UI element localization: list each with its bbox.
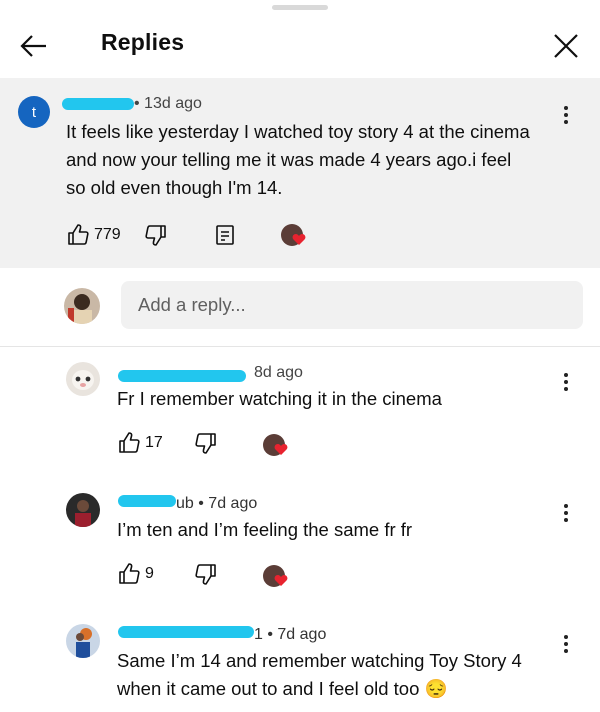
redacted-username [62, 98, 134, 110]
comment-text: Same I’m 14 and remember watching Toy St… [117, 650, 522, 699]
thumbs-up-icon [119, 432, 140, 453]
like-button[interactable]: 17 [117, 431, 163, 455]
add-reply-input[interactable]: Add a reply... [121, 281, 583, 329]
thumbs-up-icon [68, 224, 89, 245]
creator-heart-icon [263, 434, 288, 456]
redacted-username [118, 626, 254, 638]
redacted-username [118, 495, 176, 507]
thumbs-down-icon [195, 433, 216, 454]
like-count: 9 [145, 565, 154, 582]
thumbs-down-icon [195, 564, 216, 585]
header: Replies [0, 14, 600, 76]
reply-item: 1 • 7d ago Same I’m 14 and remember watc… [0, 609, 600, 712]
more-options-icon[interactable] [558, 371, 574, 395]
like-button[interactable]: 9 [117, 562, 154, 586]
avatar[interactable] [66, 362, 100, 396]
more-options-icon[interactable] [558, 104, 574, 128]
top-comment: t • 13d ago It feels like yesterday I wa… [0, 78, 600, 268]
dislike-button[interactable] [194, 562, 218, 586]
creator-heart-icon [263, 565, 288, 587]
arrow-left-icon[interactable] [18, 30, 50, 62]
reply-item: 8d ago Fr I remember watching it in the … [0, 347, 600, 477]
comment-text: I’m ten and I’m feeling the same fr fr [117, 519, 413, 540]
comment-actions: 9 [117, 562, 317, 588]
avatar[interactable]: t [18, 96, 50, 128]
comment-actions: 17 [117, 431, 317, 457]
drag-handle[interactable] [272, 5, 328, 10]
comment-time: 8d ago [254, 364, 303, 381]
comment-actions: 779 [66, 223, 566, 249]
comment-author-fragment: ub • 7d ago [176, 495, 258, 512]
dislike-button[interactable] [144, 223, 168, 247]
comment-time: • 13d ago [134, 95, 202, 112]
more-options-icon[interactable] [558, 502, 574, 526]
comment-text: Fr I remember watching it in the cinema [117, 388, 442, 409]
avatar[interactable] [66, 624, 100, 658]
comment-text: It feels like yesterday I watched toy st… [66, 121, 530, 198]
thumbs-up-icon [119, 563, 140, 584]
redacted-username [118, 370, 246, 382]
thumbs-down-icon [145, 225, 166, 246]
like-count: 17 [145, 434, 163, 451]
like-count: 779 [94, 226, 121, 243]
avatar[interactable] [66, 493, 100, 527]
like-button[interactable]: 779 [66, 223, 121, 247]
creator-heart-icon [281, 224, 306, 246]
dislike-button[interactable] [194, 431, 218, 455]
add-reply-row: Add a reply... [0, 268, 600, 346]
reply-icon[interactable] [214, 223, 236, 247]
more-options-icon[interactable] [558, 633, 574, 657]
reply-item: ub • 7d ago I’m ten and I’m feeling the … [0, 478, 600, 608]
page-title: Replies [101, 29, 185, 55]
avatar [64, 288, 100, 324]
close-icon[interactable] [550, 30, 582, 62]
comment-author-fragment: 1 • 7d ago [254, 626, 327, 643]
